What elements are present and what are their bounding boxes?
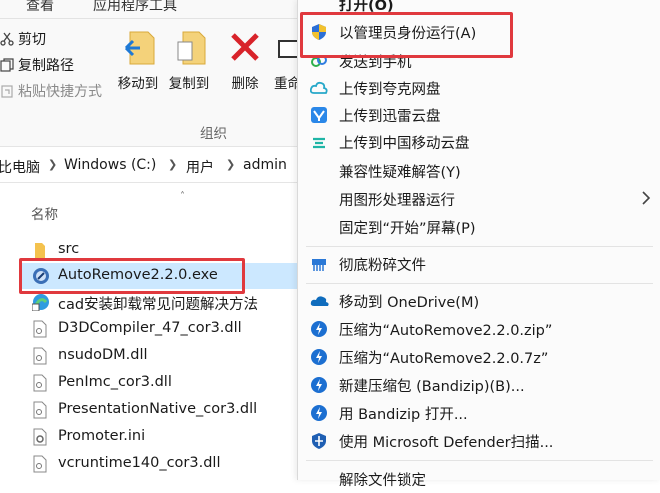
menu-item-pin-to-start[interactable]: 固定到“开始”屏幕(P) (298, 213, 660, 241)
menu-item-upload-china-mobile[interactable]: 上传到中国移动云盘 (298, 128, 660, 156)
breadcrumb-users[interactable]: 用户 (186, 157, 214, 177)
file-name: D3DCompiler_47_cor3.dll (58, 320, 242, 336)
move-to-icon (124, 28, 156, 70)
menu-separator (306, 460, 653, 461)
file-row[interactable]: nsudoDM.dll (20, 343, 300, 369)
file-list: ˄ 名称 src AutoRemove2.2.0.exe cad安装卸载常见问题… (0, 183, 300, 480)
bandizip-icon (310, 404, 328, 422)
breadcrumb-this-pc[interactable]: 比电脑 (0, 157, 40, 177)
menu-item-label: 移动到 OneDrive(M) (339, 295, 480, 311)
copy-path-label: 复制路径 (18, 58, 74, 74)
menu-item-upload-xunlei[interactable]: 上传到迅雷云盘 (298, 101, 660, 129)
chevron-right-icon[interactable]: ❯ (168, 158, 177, 171)
menu-item-label: 兼容性疑难解答(Y) (339, 165, 461, 181)
menu-item-run-with-gpu[interactable]: 用图形处理器运行 (298, 185, 660, 213)
column-header-name[interactable]: 名称 (31, 203, 58, 223)
file-name: Promoter.ini (58, 428, 146, 444)
menu-item-label: 用 Bandizip 打开... (339, 407, 468, 423)
chevron-right-icon (641, 190, 651, 210)
sort-ascending-icon[interactable]: ˄ (180, 191, 185, 202)
xunlei-bird-icon (310, 106, 328, 124)
ini-file-icon (32, 428, 48, 446)
menu-item-label: 用图形处理器运行 (339, 193, 455, 209)
menu-item-move-to-onedrive[interactable]: 移动到 OneDrive(M) (298, 287, 660, 315)
cut-button[interactable]: 剪切 (0, 29, 46, 49)
breadcrumb-admin[interactable]: admin (243, 157, 287, 173)
dll-file-icon (32, 401, 48, 419)
bandizip-icon (310, 320, 328, 338)
menu-item-compress-zip[interactable]: 压缩为“AutoRemove2.2.0.zip” (298, 315, 660, 343)
menu-item-compress-7z[interactable]: 压缩为“AutoRemove2.2.0.7z” (298, 343, 660, 371)
ribbon: 查看 应用程序工具 剪切 复制路径 粘贴快捷方式 移动到 复制到 删除 重命 组… (0, 0, 306, 147)
scissors-icon (0, 32, 14, 46)
file-name: vcruntime140_cor3.dll (58, 455, 221, 471)
edge-link-icon (31, 293, 49, 312)
highlight-box-run-as-admin (300, 12, 513, 58)
onedrive-cloud-icon (310, 292, 329, 310)
paste-shortcut-label: 粘贴快捷方式 (18, 84, 102, 100)
menu-item-shred-file[interactable]: 彻底粉碎文件 (298, 250, 660, 278)
file-row[interactable]: PenImc_cor3.dll (20, 370, 300, 396)
cut-label: 剪切 (18, 32, 46, 48)
menu-item-label: 上传到中国移动云盘 (339, 136, 470, 152)
dll-file-icon (32, 347, 48, 365)
defender-shield-icon (310, 432, 328, 450)
menu-separator (306, 246, 653, 247)
breadcrumb-windows-c[interactable]: Windows (C:) (64, 157, 156, 173)
context-menu: 打开(O) 以管理员身份运行(A) 发送到手机 上传到夸克网盘 上传到迅雷云盘 … (297, 0, 660, 489)
shredder-icon (310, 255, 328, 273)
file-name: PresentationNative_cor3.dll (58, 401, 258, 417)
paste-shortcut-icon (0, 84, 14, 98)
file-name: PenImc_cor3.dll (58, 374, 172, 390)
menu-item-new-archive[interactable]: 新建压缩包 (Bandizip)(B)... (298, 371, 660, 399)
paste-shortcut-button[interactable]: 粘贴快捷方式 (0, 81, 102, 101)
file-row[interactable]: D3DCompiler_47_cor3.dll (20, 316, 300, 342)
menu-item-label: 压缩为“AutoRemove2.2.0.7z” (339, 351, 549, 367)
menu-separator (306, 283, 653, 284)
chevron-right-icon[interactable]: ❯ (48, 158, 57, 171)
menu-item-upload-quark[interactable]: 上传到夸克网盘 (298, 74, 660, 102)
folder-icon (32, 241, 48, 259)
move-to-label: 移动到 (117, 76, 159, 92)
file-row[interactable]: Promoter.ini (20, 424, 300, 450)
china-mobile-cloud-icon (310, 133, 328, 151)
copy-to-icon (175, 28, 207, 70)
menu-item-compatibility[interactable]: 兼容性疑难解答(Y) (298, 157, 660, 185)
menu-item-label: 使用 Microsoft Defender扫描... (339, 435, 554, 451)
dll-file-icon (32, 374, 48, 392)
tab-view[interactable]: 查看 (26, 0, 54, 15)
highlight-box-selected-file (19, 258, 245, 294)
menu-item-label: 新建压缩包 (Bandizip)(B)... (339, 379, 525, 395)
file-row[interactable]: PresentationNative_cor3.dll (20, 397, 300, 423)
file-name: src (58, 241, 80, 257)
delete-label: 删除 (231, 76, 259, 92)
menu-item-label: 上传到迅雷云盘 (339, 109, 441, 125)
menu-item-label: 彻底粉碎文件 (339, 258, 426, 274)
file-row[interactable]: vcruntime140_cor3.dll (20, 451, 300, 477)
copy-path-icon (0, 58, 14, 72)
menu-item-label: 压缩为“AutoRemove2.2.0.zip” (339, 323, 553, 339)
file-name: nsudoDM.dll (58, 347, 148, 363)
ribbon-tabs: 查看 应用程序工具 (0, 0, 300, 19)
copy-path-button[interactable]: 复制路径 (0, 55, 74, 75)
dll-file-icon (32, 455, 48, 473)
bandizip-icon (310, 376, 328, 394)
bandizip-icon (310, 348, 328, 366)
delete-x-icon (230, 32, 260, 66)
copy-to-label: 复制到 (168, 76, 210, 92)
quark-cloud-icon (309, 79, 328, 97)
address-bar[interactable]: 比电脑 ❯ Windows (C:) ❯ 用户 ❯ admin (0, 148, 300, 183)
menu-item-label: 上传到夸克网盘 (339, 82, 441, 98)
menu-item-unlock-file[interactable]: 解除文件锁定 (298, 465, 660, 493)
tab-app-tools[interactable]: 应用程序工具 (93, 0, 177, 15)
chevron-right-icon[interactable]: ❯ (226, 158, 235, 171)
organize-group-label: 组织 (200, 126, 227, 142)
file-name: cad安装卸载常见问题解决方法 (58, 297, 259, 313)
menu-item-defender-scan[interactable]: 使用 Microsoft Defender扫描... (298, 427, 660, 455)
menu-item-open-with-bandizip[interactable]: 用 Bandizip 打开... (298, 399, 660, 427)
dll-file-icon (32, 320, 48, 338)
menu-item-label: 固定到“开始”屏幕(P) (339, 221, 476, 237)
